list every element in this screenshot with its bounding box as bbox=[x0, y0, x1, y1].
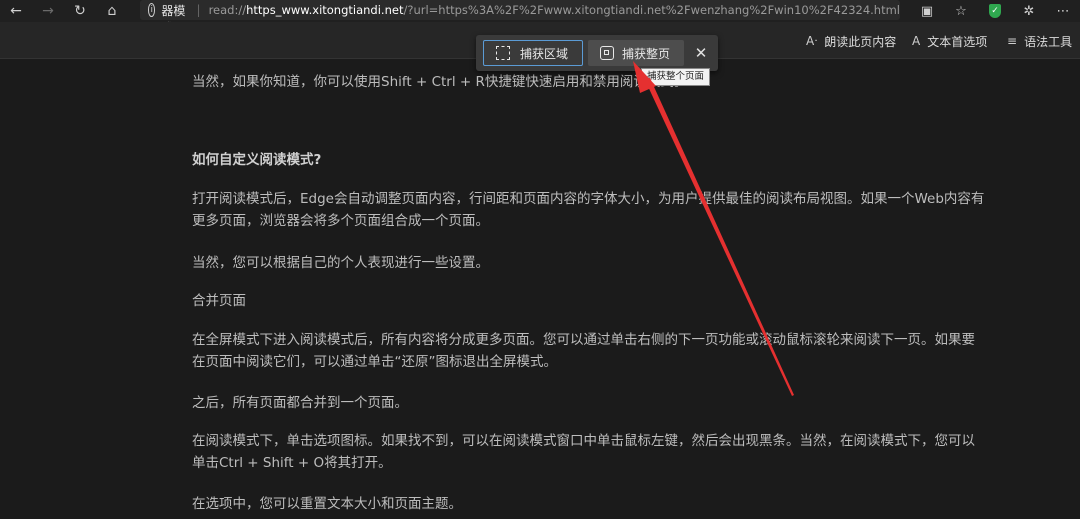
grammar-tools-button[interactable]: ≡ 语法工具 bbox=[1007, 32, 1072, 50]
read-aloud-label: 朗读此页内容 bbox=[824, 34, 897, 49]
close-icon[interactable]: ✕ bbox=[691, 43, 711, 63]
paragraph: 当然，如果你知道，你可以使用Shift + Ctrl + R快捷键快速启用和禁用… bbox=[192, 74, 688, 90]
read-aloud-icon: Aᐧ bbox=[806, 34, 818, 48]
capture-region-icon bbox=[496, 46, 510, 60]
web-capture-popup: 捕获区域 捕获整页 ✕ bbox=[476, 35, 718, 71]
back-icon[interactable]: ← bbox=[0, 0, 32, 22]
more-icon[interactable]: ⋯ bbox=[1046, 0, 1080, 22]
text-prefs-label: 文本首选项 bbox=[927, 34, 988, 49]
capture-region-label: 捕获区域 bbox=[520, 46, 569, 61]
info-icon[interactable]: i bbox=[148, 3, 156, 17]
url-separator: | bbox=[196, 3, 201, 17]
address-bar-row: ← → ↻ ⌂ i 阅读器模式 | read://https_www.xiton… bbox=[0, 0, 1080, 35]
paragraph: 当然，您可以根据自己的个人表现进行一些设置。 bbox=[192, 255, 489, 271]
url-text: read://https_www.xitongtiandi.net/?url=h… bbox=[208, 3, 900, 17]
grammar-icon: ≡ bbox=[1007, 34, 1018, 48]
paragraph: 在选项中，您可以重置文本大小和页面主题。 bbox=[192, 496, 462, 512]
shield-extension-icon[interactable]: ✓ bbox=[978, 0, 1012, 22]
favorites-icon[interactable]: ☆ bbox=[944, 0, 978, 22]
capture-region-button[interactable]: 捕获区域 bbox=[483, 40, 583, 66]
paragraph: 之后，所有页面都合并到一个页面。 bbox=[192, 395, 408, 411]
text-prefs-button[interactable]: A 文本首选项 bbox=[912, 32, 987, 50]
capture-full-icon bbox=[600, 46, 614, 60]
immersive-reader-icon[interactable]: ▣ bbox=[910, 0, 944, 22]
paragraph: 在全屏模式下进入阅读模式后，所有内容将分成更多页面。您可以通过单击右侧的下一页功… bbox=[192, 332, 975, 370]
paragraph: 在阅读模式下，单击选项图标。如果找不到，可以在阅读模式窗口中单击鼠标左键，然后会… bbox=[192, 433, 975, 471]
home-icon[interactable]: ⌂ bbox=[96, 0, 128, 22]
grammar-tools-label: 语法工具 bbox=[1024, 34, 1073, 49]
capture-full-tooltip: 捕获整个页面 bbox=[641, 68, 711, 86]
capture-full-page-button[interactable]: 捕获整页 bbox=[588, 40, 684, 66]
url-field[interactable]: i 阅读器模式 | read://https_www.xitongtiandi.… bbox=[140, 0, 900, 35]
refresh-icon[interactable]: ↻ bbox=[64, 0, 96, 22]
paragraph: 打开阅读模式后，Edge会自动调整页面内容，行间距和页面内容的字体大小，为用户提… bbox=[192, 191, 985, 229]
extensions-icon[interactable]: ✲ bbox=[1012, 0, 1046, 22]
forward-icon[interactable]: → bbox=[32, 0, 64, 22]
read-aloud-button[interactable]: Aᐧ 朗读此页内容 bbox=[806, 32, 896, 50]
text-prefs-icon: A bbox=[912, 34, 921, 48]
section-heading: 如何自定义阅读模式? bbox=[192, 152, 322, 168]
capture-full-label: 捕获整页 bbox=[622, 46, 671, 61]
paragraph: 合并页面 bbox=[192, 293, 246, 309]
